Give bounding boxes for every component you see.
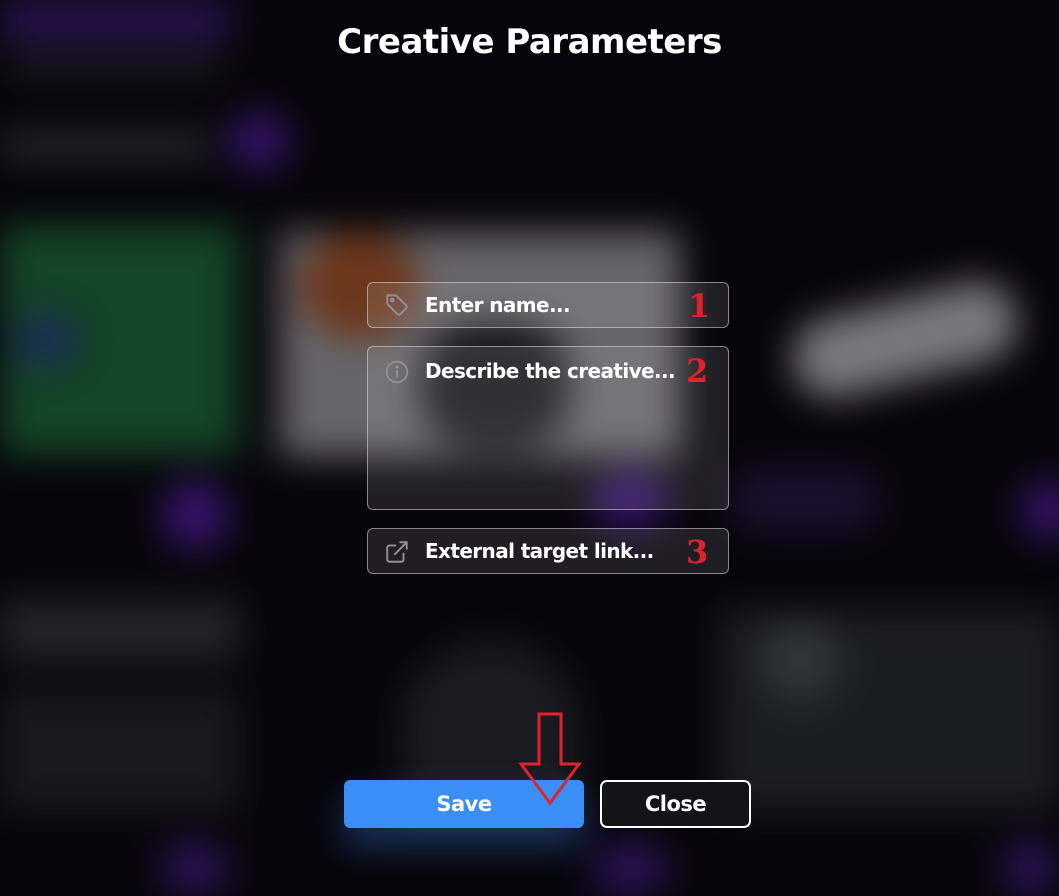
external-link-input[interactable]: External target link... xyxy=(367,528,729,574)
name-placeholder: Enter name... xyxy=(425,293,571,317)
info-icon xyxy=(384,359,410,385)
dialog-title: Creative Parameters xyxy=(337,22,722,62)
annotation-marker-2: 2 xyxy=(686,352,709,390)
arrow-down-icon xyxy=(518,712,582,806)
description-placeholder: Describe the creative... xyxy=(425,359,676,383)
annotation-marker-3: 3 xyxy=(686,533,709,571)
description-textarea[interactable]: Describe the creative... xyxy=(367,346,729,510)
annotation-marker-1: 1 xyxy=(688,287,711,325)
external-link-placeholder: External target link... xyxy=(425,539,654,563)
name-input[interactable]: Enter name... xyxy=(367,282,729,328)
creative-parameters-screen: Creative Parameters Enter name... 1 Desc… xyxy=(0,0,1059,896)
close-button[interactable]: Close xyxy=(600,780,751,828)
external-link-icon xyxy=(384,539,410,565)
tag-icon xyxy=(384,292,410,318)
